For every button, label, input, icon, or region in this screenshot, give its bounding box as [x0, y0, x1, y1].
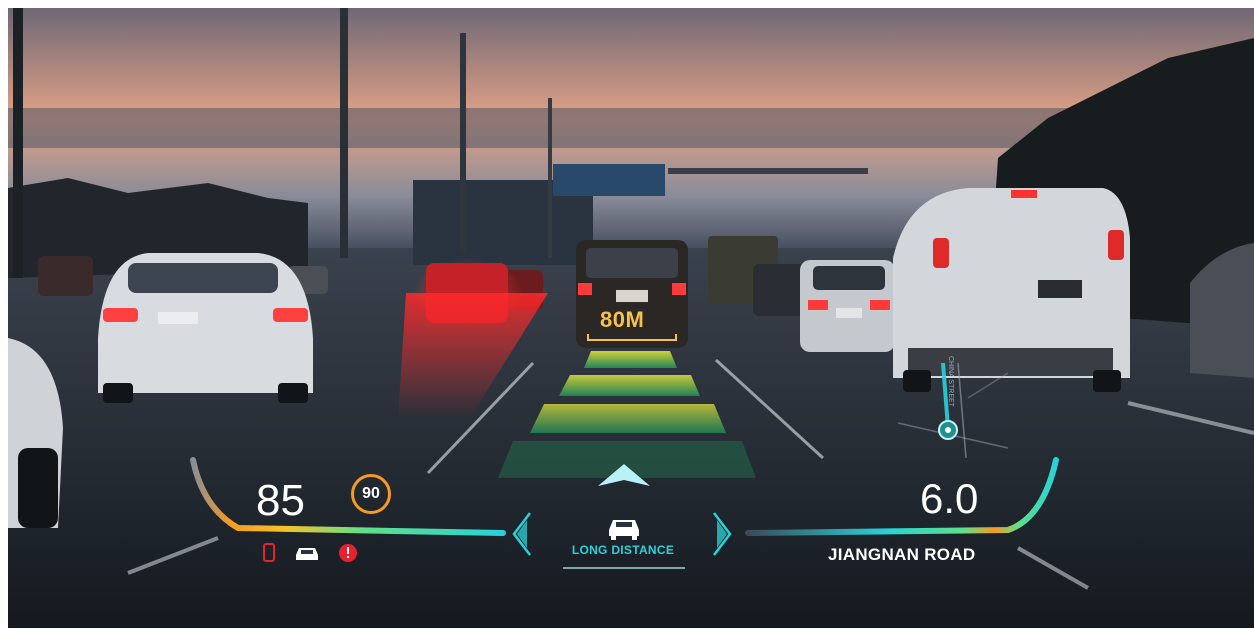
lane-guide-bar	[530, 404, 726, 433]
current-speed: 85	[256, 476, 305, 525]
car-icon	[296, 548, 318, 560]
light-pole	[548, 98, 552, 258]
overhead-sign	[553, 164, 665, 196]
light-pole	[13, 8, 23, 278]
white-sedan	[98, 253, 313, 403]
left-edge-tire	[18, 448, 58, 528]
distant-car	[38, 256, 93, 296]
drive-mode-label[interactable]: LONG DISTANCE	[553, 543, 693, 557]
light-pole	[460, 33, 466, 253]
white-van	[893, 188, 1130, 392]
light-pole	[340, 8, 348, 258]
distant-car	[753, 264, 808, 316]
alert-icon	[339, 544, 357, 562]
hud-driving-view: 80M 85 90 LONG DISTANCE 6.0 JIANGNAN ROA…	[8, 8, 1254, 628]
speed-limit-value: 90	[362, 485, 380, 502]
lead-vehicle-distance: 80M	[600, 307, 645, 332]
overhead-gantry	[668, 168, 868, 174]
lane-guide-bar	[584, 351, 677, 368]
next-turn-distance: 6.0	[920, 475, 979, 522]
dark-sedan	[800, 260, 895, 352]
speed-limit-sign: 90	[351, 474, 391, 514]
road-name: JIANGNAN ROAD	[828, 545, 976, 564]
map-street-label: CHINA STREET	[947, 356, 954, 407]
lane-guide-bar	[559, 375, 700, 396]
